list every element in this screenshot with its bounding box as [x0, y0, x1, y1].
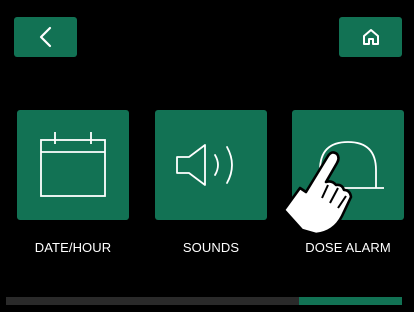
sounds-label: SOUNDS: [182, 240, 240, 255]
back-button[interactable]: [14, 17, 77, 57]
dose-alarm-label: DOSE ALARM: [305, 240, 391, 255]
date-hour-label: DATE/HOUR: [34, 240, 112, 255]
sounds-tile[interactable]: [155, 110, 267, 220]
calendar-icon: [37, 130, 109, 200]
tap-hand-icon: [268, 140, 368, 240]
scrollbar-thumb[interactable]: [299, 297, 402, 305]
chevron-left-icon: [36, 25, 56, 49]
home-icon: [361, 27, 381, 47]
home-button[interactable]: [339, 17, 402, 57]
date-hour-tile[interactable]: [17, 110, 129, 220]
speaker-icon: [173, 137, 249, 193]
